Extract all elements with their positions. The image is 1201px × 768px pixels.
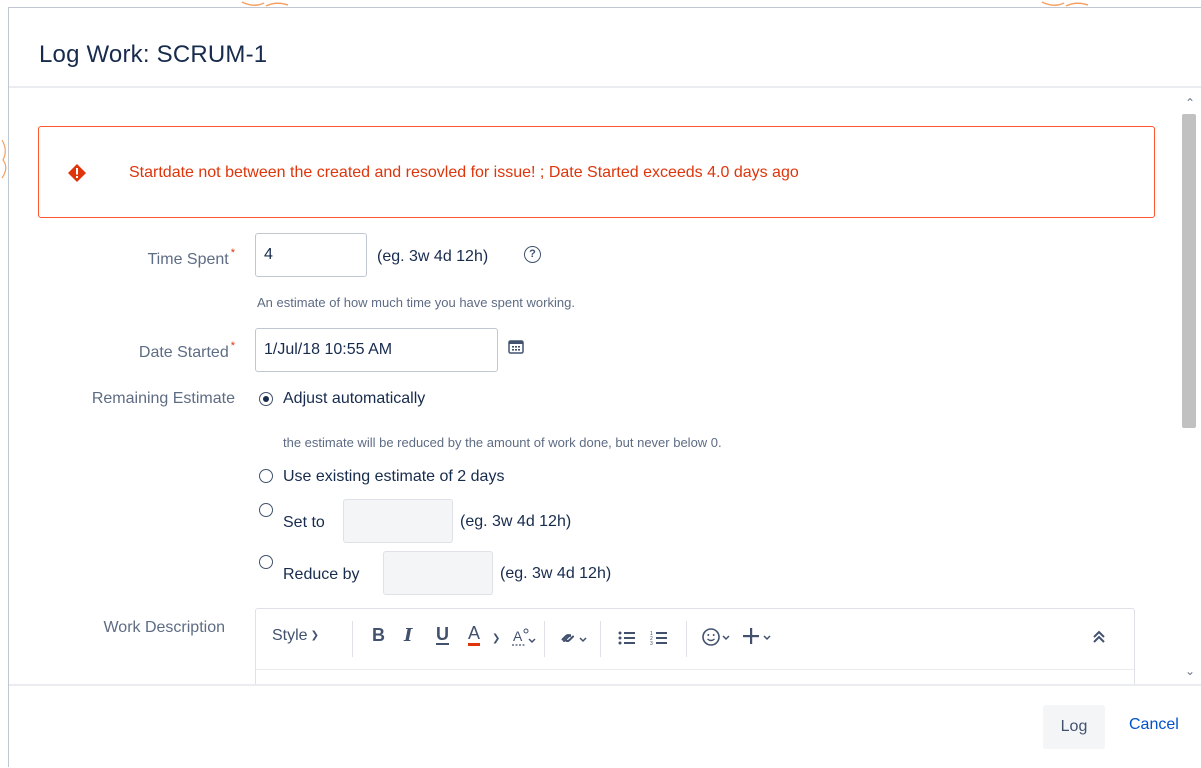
reduce-by-input[interactable] (383, 551, 493, 595)
radio-label-adjust-automatically: Adjust automatically (283, 390, 426, 407)
toolbar-divider (600, 621, 601, 657)
link-icon[interactable] (560, 629, 590, 647)
collapse-icon[interactable] (1092, 629, 1106, 645)
set-to-input[interactable] (343, 499, 453, 543)
italic-button[interactable]: I (404, 625, 412, 646)
required-marker: * (230, 340, 235, 352)
remaining-estimate-label: Remaining Estimate (91, 390, 235, 407)
radio-reduce-by[interactable] (259, 555, 273, 569)
reduce-by-hint: (eg. 3w 4d 12h) (500, 565, 612, 582)
editor-toolbar: Style ❯ B I U A ❯ A 1 2 3 (256, 609, 1134, 670)
svg-text:3: 3 (650, 641, 653, 646)
time-spent-input[interactable]: 4 (255, 233, 367, 277)
insert-plus-icon[interactable] (742, 627, 776, 647)
scroll-up-icon[interactable]: ⌃ (1185, 96, 1195, 110)
radio-label-reduce-by: Reduce by (283, 566, 360, 583)
error-banner: Startdate not between the created and re… (38, 126, 1155, 218)
scroll-down-icon[interactable]: ⌄ (1185, 664, 1195, 678)
error-message: Startdate not between the created and re… (129, 164, 799, 181)
radio-adjust-automatically[interactable] (259, 392, 273, 406)
date-started-label: Date Started * (9, 340, 235, 362)
time-spent-description: An estimate of how much time you have sp… (257, 295, 575, 310)
dialog-footer: Log Cancel (9, 684, 1201, 768)
chevron-down-icon[interactable]: ❯ (492, 633, 500, 644)
calendar-icon[interactable] (508, 339, 524, 354)
scrollbar-thumb[interactable] (1182, 114, 1196, 428)
emoji-icon[interactable] (702, 627, 734, 647)
svg-text:A: A (513, 628, 523, 644)
dialog-body: Startdate not between the created and re… (9, 88, 1201, 684)
log-button[interactable]: Log (1043, 705, 1105, 749)
log-work-dialog: Log Work: SCRUM-1 Startdate not between … (8, 7, 1201, 767)
bold-button[interactable]: B (372, 625, 385, 646)
work-description-editor[interactable]: Style ❯ B I U A ❯ A 1 2 3 (255, 608, 1135, 684)
time-spent-hint: (eg. 3w 4d 12h) (377, 248, 489, 265)
date-started-label-text: Date Started (138, 344, 229, 361)
radio-label-use-existing-estimate: Use existing estimate of 2 days (283, 468, 505, 485)
time-spent-label: Time Spent * (9, 247, 236, 269)
style-label: Style (272, 627, 308, 644)
cancel-link[interactable]: Cancel (1129, 716, 1179, 734)
date-started-input[interactable]: 1/Jul/18 10:55 AM (255, 328, 498, 372)
help-icon[interactable]: ? (524, 246, 541, 263)
work-description-label: Work Description (103, 619, 225, 636)
bullet-list-icon[interactable] (618, 630, 636, 646)
radio-set-to[interactable] (259, 503, 273, 517)
adjust-automatically-description: the estimate will be reduced by the amou… (283, 435, 722, 450)
text-color-button[interactable]: A (468, 624, 481, 646)
dialog-scrollbar[interactable]: ⌃ ⌄ (1179, 88, 1201, 684)
underline-button[interactable]: U (436, 625, 449, 645)
required-marker: * (230, 247, 235, 259)
text-format-icon[interactable]: A (512, 627, 536, 649)
toolbar-divider (352, 621, 353, 657)
set-to-hint: (eg. 3w 4d 12h) (460, 513, 572, 530)
numbered-list-icon[interactable]: 1 2 3 (650, 630, 668, 646)
toolbar-divider (686, 621, 687, 657)
dialog-title: Log Work: SCRUM-1 (39, 41, 268, 68)
radio-use-existing-estimate[interactable] (259, 469, 273, 483)
toolbar-divider (544, 621, 545, 657)
time-spent-label-text: Time Spent (147, 251, 229, 268)
error-icon (68, 164, 86, 182)
style-dropdown[interactable]: Style ❯ (272, 627, 319, 645)
chevron-down-icon: ❯ (310, 630, 319, 641)
radio-label-set-to: Set to (283, 514, 325, 531)
dialog-header: Log Work: SCRUM-1 (9, 8, 1201, 88)
